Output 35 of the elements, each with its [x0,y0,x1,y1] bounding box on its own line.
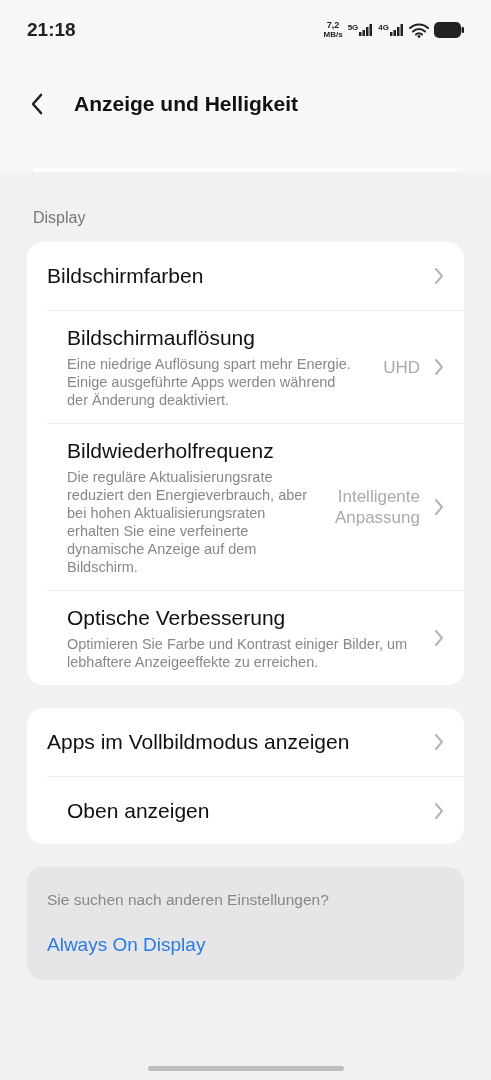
battery-icon [434,22,464,38]
row-description: Die reguläre Aktualisierungsrate reduziert den Energieverbrauch, aber bei hohen Aktualisierungsraten erhalten Sie eine verfeinerte dynamische Anzeige auf dem Bildschirm. [67,468,309,576]
row-title: Optische Verbesserung [67,605,287,631]
row-title: Apps im Vollbildmodus anzeigen [47,729,351,755]
settings-row[interactable]: Bildschirmfarben [27,242,464,310]
section-label: Display [32,208,87,228]
row-title: Oben anzeigen [67,797,211,824]
signal-icon [390,24,404,36]
status-time: 21:18 [27,17,76,42]
chevron-right-icon [434,629,444,647]
page-title: Anzeige und Helligkeit [74,91,299,117]
settings-row[interactable]: Apps im Vollbildmodus anzeigen [27,708,464,776]
network-type: 5G [347,24,359,32]
row-title: Bildschirmfarben [47,263,205,289]
settings-row[interactable]: Oben anzeigen [47,776,464,844]
row-description: Eine niedrige Auflösung spart mehr Energie. Einige ausgeführte Apps werden während der Änderung deaktiviert. [67,355,352,409]
chevron-right-icon [434,498,444,516]
speed-unit: MB/s [323,30,343,39]
settings-row[interactable]: Bildschirmauflösung Eine niedrige Auflösung spart mehr Energie. Einige ausgeführte Apps werden während der Änderung deaktiviert. UHD [47,310,464,423]
chevron-right-icon [434,267,444,285]
signal-icon [359,24,374,36]
suggestion-text: Sie suchen nach anderen Einstellungen? [47,890,330,910]
row-description: Optimieren Sie Farbe und Kontrast einiger Bilder, um lebhaftere Anzeigeeffekte zu erreichen. [67,635,409,671]
row-title: Bildschirmauflösung [67,325,256,351]
settings-row[interactable]: Optische Verbesserung Optimieren Sie Farbe und Kontrast einiger Bilder, um lebhaftere Anzeigeeffekte zu erreichen. [47,590,464,685]
chevron-right-icon [434,801,444,820]
wifi-icon [409,22,429,38]
row-value: UHD [383,356,420,378]
chevron-right-icon [434,358,444,376]
speed-value: 7,2 [326,21,340,30]
network-type: 4G [378,24,389,32]
row-title: Bildwiederholfrequenz [67,438,275,464]
back-icon [30,92,44,115]
chevron-right-icon [434,733,444,751]
row-value: Intelligente Anpassung [333,486,420,528]
